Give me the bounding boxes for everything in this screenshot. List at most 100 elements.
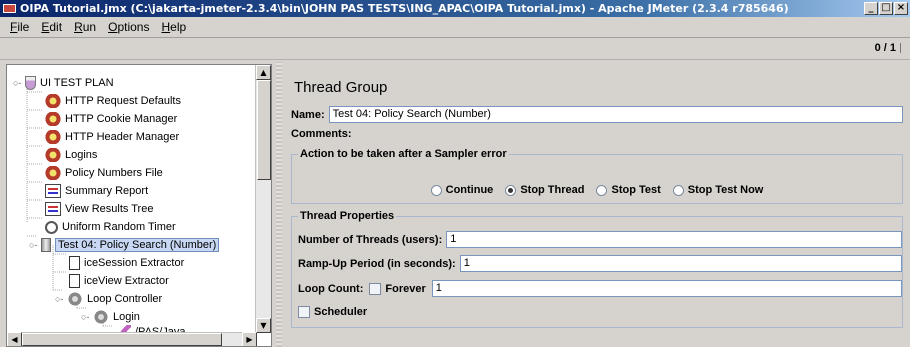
tree-item[interactable]: Uniform Random Timer	[45, 218, 176, 236]
radio-button[interactable]	[430, 184, 442, 196]
tree-item[interactable]: iceSession Extractor	[69, 254, 184, 272]
collapse-handle-icon[interactable]: ○-	[81, 312, 91, 322]
vertical-scroll-thumb[interactable]	[257, 80, 271, 180]
scroll-left-arrow-icon[interactable]: ◀	[7, 332, 22, 346]
scroll-up-arrow-icon[interactable]: ▲	[256, 65, 271, 80]
tree-item-label: HTTP Header Manager	[65, 131, 180, 143]
jmeter-app-icon	[3, 4, 16, 13]
comments-row: Comments:	[291, 128, 352, 140]
tree-item-label: Test 04: Policy Search (Number)	[55, 238, 220, 252]
maximize-button[interactable]: □	[879, 2, 893, 15]
menu-edit[interactable]: Edit	[35, 20, 68, 34]
tree-item-label: HTTP Cookie Manager	[65, 113, 178, 125]
threads-row: Number of Threads (users): 1	[298, 231, 902, 248]
menu-file[interactable]: File	[4, 20, 35, 34]
scheduler-checkbox[interactable]	[298, 306, 310, 318]
tree-item-label: Uniform Random Timer	[62, 221, 176, 233]
menu-options[interactable]: Options	[102, 20, 155, 34]
rampup-row: Ramp-Up Period (in seconds): 1	[298, 255, 902, 272]
collapse-handle-icon[interactable]: ○-	[29, 240, 39, 250]
timer-icon	[45, 220, 58, 234]
extractor-icon	[69, 256, 80, 270]
tree-item-label: iceView Extractor	[84, 275, 169, 287]
window-title-bar[interactable]: OIPA Tutorial.jmx (C:\jakarta-jmeter-2.3…	[0, 0, 910, 17]
radio-label: Stop Test Now	[687, 184, 764, 196]
radio-label: Stop Thread	[520, 184, 585, 196]
name-row: Name: Test 04: Policy Search (Number)	[291, 106, 903, 123]
sampler-error-legend: Action to be taken after a Sampler error	[298, 148, 509, 160]
name-field[interactable]: Test 04: Policy Search (Number)	[328, 106, 903, 123]
config-element-icon	[45, 112, 61, 126]
tree-horizontal-scrollbar[interactable]: ◀ ▶	[7, 332, 257, 346]
thread-properties-group: Thread Properties Number of Threads (use…	[291, 210, 903, 328]
tree-item[interactable]: Logins	[45, 146, 97, 164]
sampler-error-group: Action to be taken after a Sampler error…	[291, 148, 903, 204]
menu-help[interactable]: Help	[155, 20, 192, 34]
name-label: Name:	[291, 108, 325, 121]
tree-vertical-scrollbar[interactable]: ▲ ▼	[255, 65, 271, 333]
thread-properties-legend: Thread Properties	[298, 210, 397, 222]
window-title: OIPA Tutorial.jmx (C:\jakarta-jmeter-2.3…	[20, 2, 789, 15]
tree-item-label: Logins	[65, 149, 98, 161]
radio-stop-test-now[interactable]: Stop Test Now	[672, 184, 764, 196]
config-element-icon	[45, 130, 61, 144]
tree-item[interactable]: HTTP Request Defaults	[45, 92, 181, 110]
forever-checkbox[interactable]	[369, 282, 382, 295]
tree-item-label: iceSession Extractor	[84, 257, 185, 269]
tree-item[interactable]: HTTP Cookie Manager	[45, 110, 177, 128]
thread-group-panel: Thread Group Name: Test 04: Policy Searc…	[285, 64, 907, 347]
config-element-icon	[45, 148, 61, 162]
scroll-down-arrow-icon[interactable]: ▼	[256, 318, 271, 333]
tree-item-label: Summary Report	[65, 185, 149, 197]
loop-count-label: Loop Count:	[298, 282, 364, 295]
radio-button[interactable]	[596, 184, 608, 196]
scheduler-label: Scheduler	[314, 306, 368, 318]
radio-stop-test[interactable]: Stop Test	[596, 184, 661, 196]
config-element-icon	[45, 166, 61, 180]
radio-stop-thread[interactable]: Stop Thread	[505, 184, 584, 196]
tree-item-label: UI TEST PLAN	[40, 77, 114, 89]
tree-item-label: Login	[113, 311, 140, 323]
thread-group-icon	[41, 238, 51, 252]
sampler-error-options: Continue Stop Thread Stop Test Stop Test…	[292, 184, 902, 196]
radio-button[interactable]	[672, 184, 684, 196]
active-thread-counter: 0 / 1	[874, 42, 896, 54]
radio-button-selected[interactable]	[505, 184, 517, 196]
tree-item[interactable]: iceView Extractor	[69, 272, 169, 290]
tree-item[interactable]: ○- Loop Controller	[55, 290, 162, 308]
loop-count-field[interactable]: 1	[431, 280, 902, 297]
menu-run[interactable]: Run	[68, 20, 102, 34]
flask-icon	[25, 76, 36, 90]
menu-bar: File Edit Run Options Help	[0, 17, 910, 38]
collapse-handle-icon[interactable]: ○-	[13, 78, 23, 88]
tree-item[interactable]: Policy Numbers File	[45, 164, 163, 182]
status-strip: 0 / 1	[0, 38, 910, 60]
radio-label: Stop Test	[611, 184, 661, 196]
panel-splitter[interactable]	[276, 62, 282, 347]
close-button[interactable]: ×	[894, 2, 908, 15]
tree-item-selected[interactable]: ○- Test 04: Policy Search (Number)	[29, 236, 220, 254]
horizontal-scroll-thumb[interactable]	[22, 333, 222, 346]
report-icon	[45, 202, 61, 216]
tree-item-label: Loop Controller	[87, 293, 163, 305]
loop-count-row: Loop Count: Forever 1	[298, 280, 902, 297]
tree-item-label: HTTP Request Defaults	[65, 95, 181, 107]
threads-label: Number of Threads (users):	[298, 233, 443, 246]
rampup-field[interactable]: 1	[459, 255, 902, 272]
scroll-right-arrow-icon[interactable]: ▶	[242, 332, 257, 346]
extractor-icon	[69, 274, 80, 288]
threads-field[interactable]: 1	[446, 231, 902, 248]
tree-item[interactable]: HTTP Header Manager	[45, 128, 179, 146]
test-plan-tree[interactable]: ○- UI TEST PLAN HTTP Request Defaults HT…	[6, 64, 272, 347]
scheduler-row: Scheduler	[298, 306, 367, 318]
minimize-button[interactable]: _	[864, 2, 878, 15]
tree-item[interactable]: View Results Tree	[45, 200, 153, 218]
report-icon	[45, 184, 61, 198]
collapse-handle-icon[interactable]: ○-	[55, 294, 65, 304]
forever-label: Forever	[385, 282, 426, 295]
radio-continue[interactable]: Continue	[430, 184, 493, 196]
comments-label: Comments:	[291, 128, 352, 140]
config-element-icon	[45, 94, 61, 108]
tree-item[interactable]: Summary Report	[45, 182, 148, 200]
tree-item[interactable]: ○- UI TEST PLAN	[13, 74, 114, 92]
